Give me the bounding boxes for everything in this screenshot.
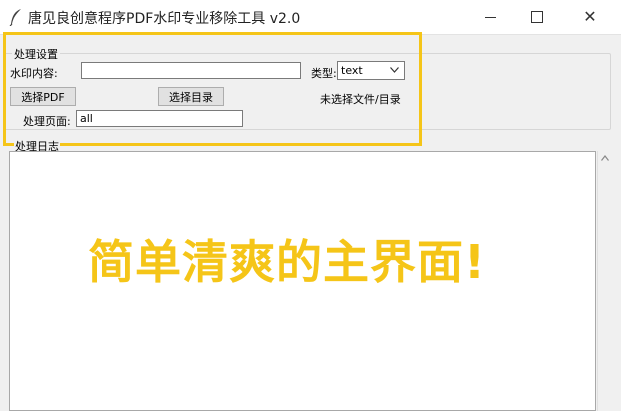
window-title: 唐见良创意程序PDF水印专业移除工具 v2.0: [28, 11, 301, 27]
select-pdf-button[interactable]: 选择PDF: [10, 87, 76, 106]
close-button[interactable]: ✕: [567, 0, 613, 34]
overlay-caption: 简单清爽的主界面!: [88, 235, 486, 289]
status-text: 未选择文件/目录: [320, 93, 401, 106]
pages-input[interactable]: [76, 110, 243, 127]
chevron-down-icon: [390, 67, 399, 73]
watermark-input[interactable]: [81, 62, 301, 79]
feather-icon: [9, 9, 21, 26]
select-dir-label: 选择目录: [169, 90, 213, 104]
settings-group-title: 处理设置: [12, 46, 60, 62]
type-label: 类型:: [311, 67, 337, 80]
type-select-value: text: [341, 64, 363, 77]
type-select[interactable]: text: [337, 61, 405, 80]
maximize-button[interactable]: [514, 0, 560, 34]
minimize-button[interactable]: [467, 0, 513, 34]
select-pdf-label: 选择PDF: [21, 90, 65, 104]
title-bar: 唐见良创意程序PDF水印专业移除工具 v2.0 ✕: [0, 0, 621, 35]
minimize-icon: [484, 16, 496, 18]
scroll-up-icon: [601, 155, 609, 161]
log-scrollbar[interactable]: [597, 151, 612, 411]
watermark-label: 水印内容:: [10, 67, 58, 80]
pages-label: 处理页面:: [23, 115, 71, 128]
close-icon: ✕: [583, 7, 597, 26]
maximize-icon: [531, 11, 543, 23]
select-dir-button[interactable]: 选择目录: [158, 87, 224, 106]
